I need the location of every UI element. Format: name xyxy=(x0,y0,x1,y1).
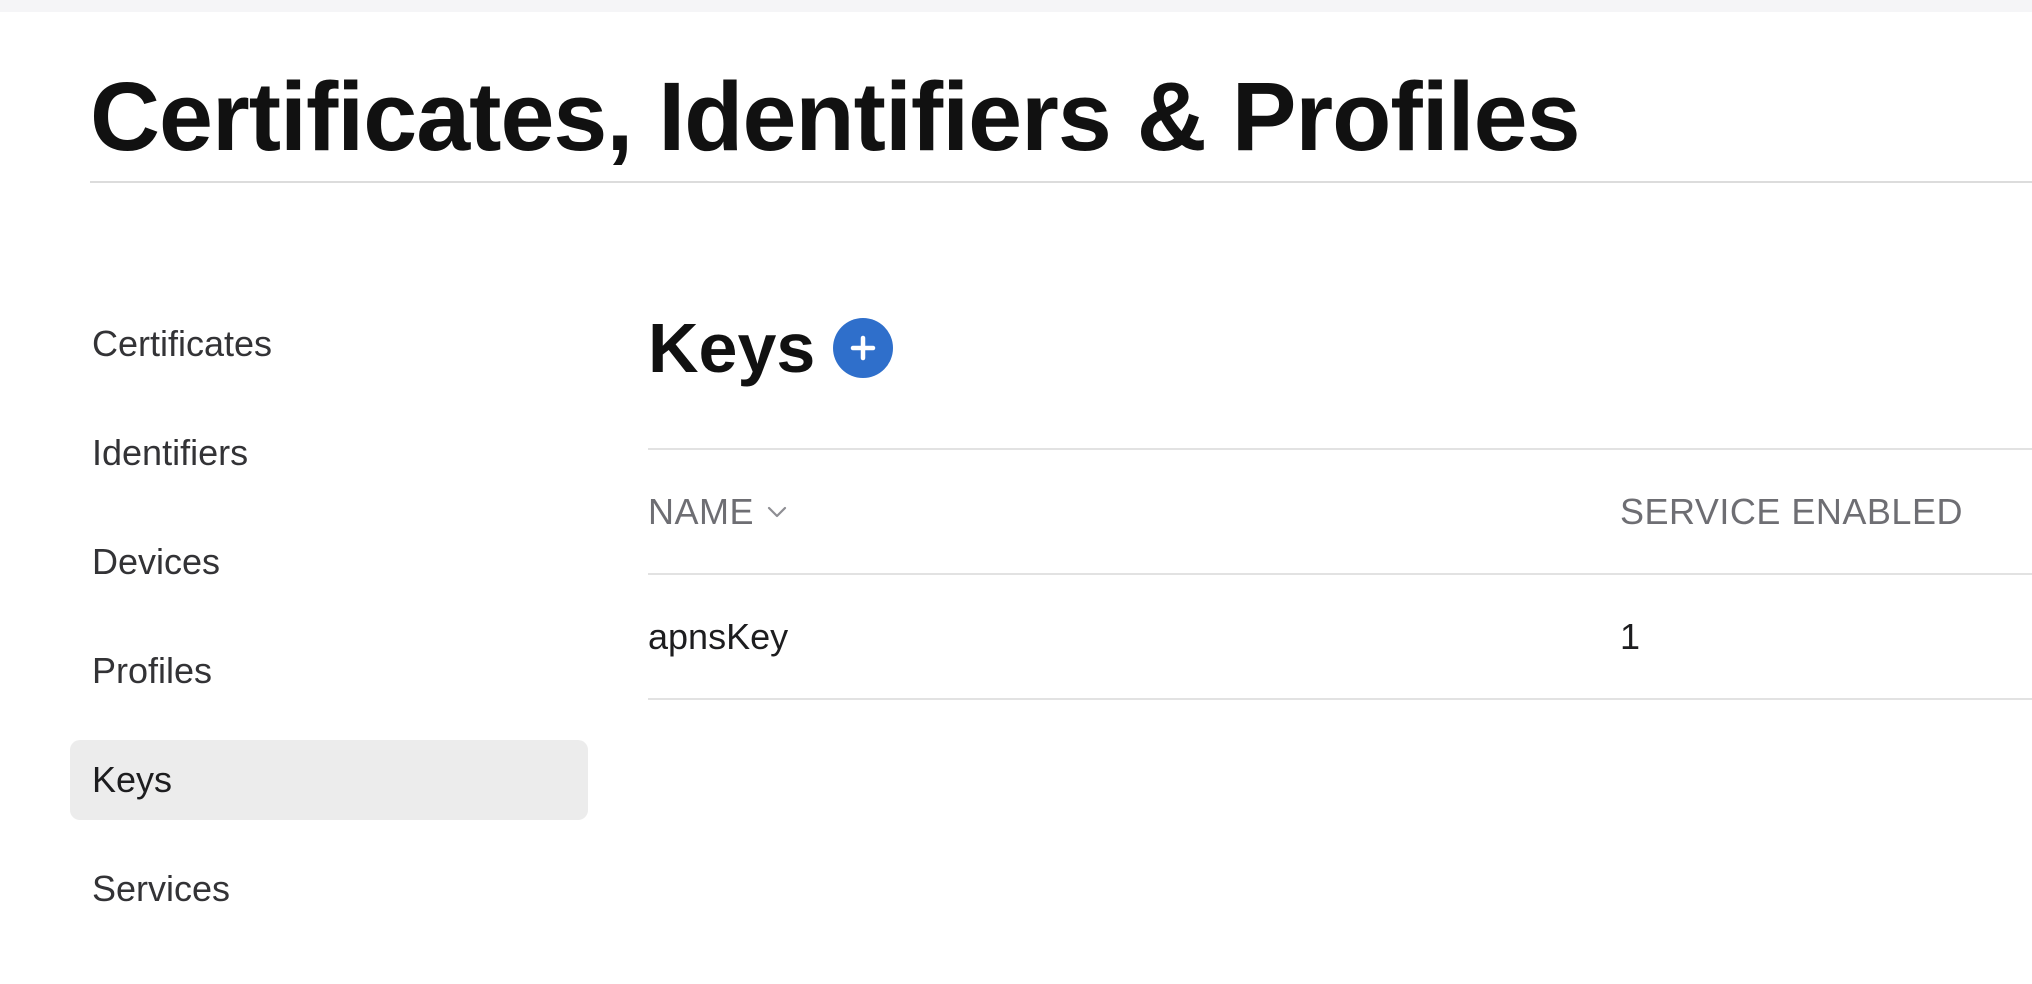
cell-name: apnsKey xyxy=(648,616,788,658)
sidebar-item-certificates[interactable]: Certificates xyxy=(70,304,588,384)
sidebar-item-label: Services xyxy=(92,868,231,909)
sidebar-item-identifiers[interactable]: Identifiers xyxy=(70,413,588,493)
keys-table: NAME SERVICE ENABLED apnsKey 1 xyxy=(648,448,2032,700)
sidebar-item-label: Profiles xyxy=(92,650,213,691)
column-header-service-enabled-label: SERVICE ENABLED xyxy=(1620,490,1963,532)
service-enabled-count: 1 xyxy=(1620,615,1641,657)
title-divider xyxy=(90,181,2032,183)
main-content: Keys NAME SERVICE ENABLED apnsKey 1 xyxy=(648,300,2032,700)
page-title: Certificates, Identifiers & Profiles xyxy=(90,62,1581,171)
chevron-down-icon[interactable] xyxy=(766,505,788,519)
sidebar-item-keys[interactable]: Keys xyxy=(70,740,588,820)
sidebar-item-label: Identifiers xyxy=(92,432,249,473)
sidebar-item-profiles[interactable]: Profiles xyxy=(70,631,588,711)
column-header-name-label: NAME xyxy=(648,490,755,532)
sidebar: Certificates Identifiers Devices Profile… xyxy=(70,304,588,958)
sidebar-item-label: Keys xyxy=(92,759,173,800)
section-header: Keys xyxy=(648,300,2032,396)
key-name: apnsKey xyxy=(648,615,789,657)
sidebar-item-services[interactable]: Services xyxy=(70,849,588,929)
cell-service-enabled: 1 xyxy=(1620,616,1640,658)
table-header-row: NAME SERVICE ENABLED xyxy=(648,450,2032,573)
sidebar-item-label: Certificates xyxy=(92,323,273,364)
top-strip xyxy=(0,0,2032,12)
column-header-service-enabled[interactable]: SERVICE ENABLED xyxy=(1620,491,1963,533)
sidebar-item-label: Devices xyxy=(92,541,221,582)
section-title: Keys xyxy=(648,309,816,387)
plus-circle-icon xyxy=(851,335,876,361)
sidebar-item-devices[interactable]: Devices xyxy=(70,522,588,602)
table-bottom-divider xyxy=(648,698,2032,700)
column-header-name[interactable]: NAME xyxy=(648,491,788,533)
table-row[interactable]: apnsKey 1 xyxy=(648,575,2032,698)
add-key-button[interactable] xyxy=(833,318,894,378)
